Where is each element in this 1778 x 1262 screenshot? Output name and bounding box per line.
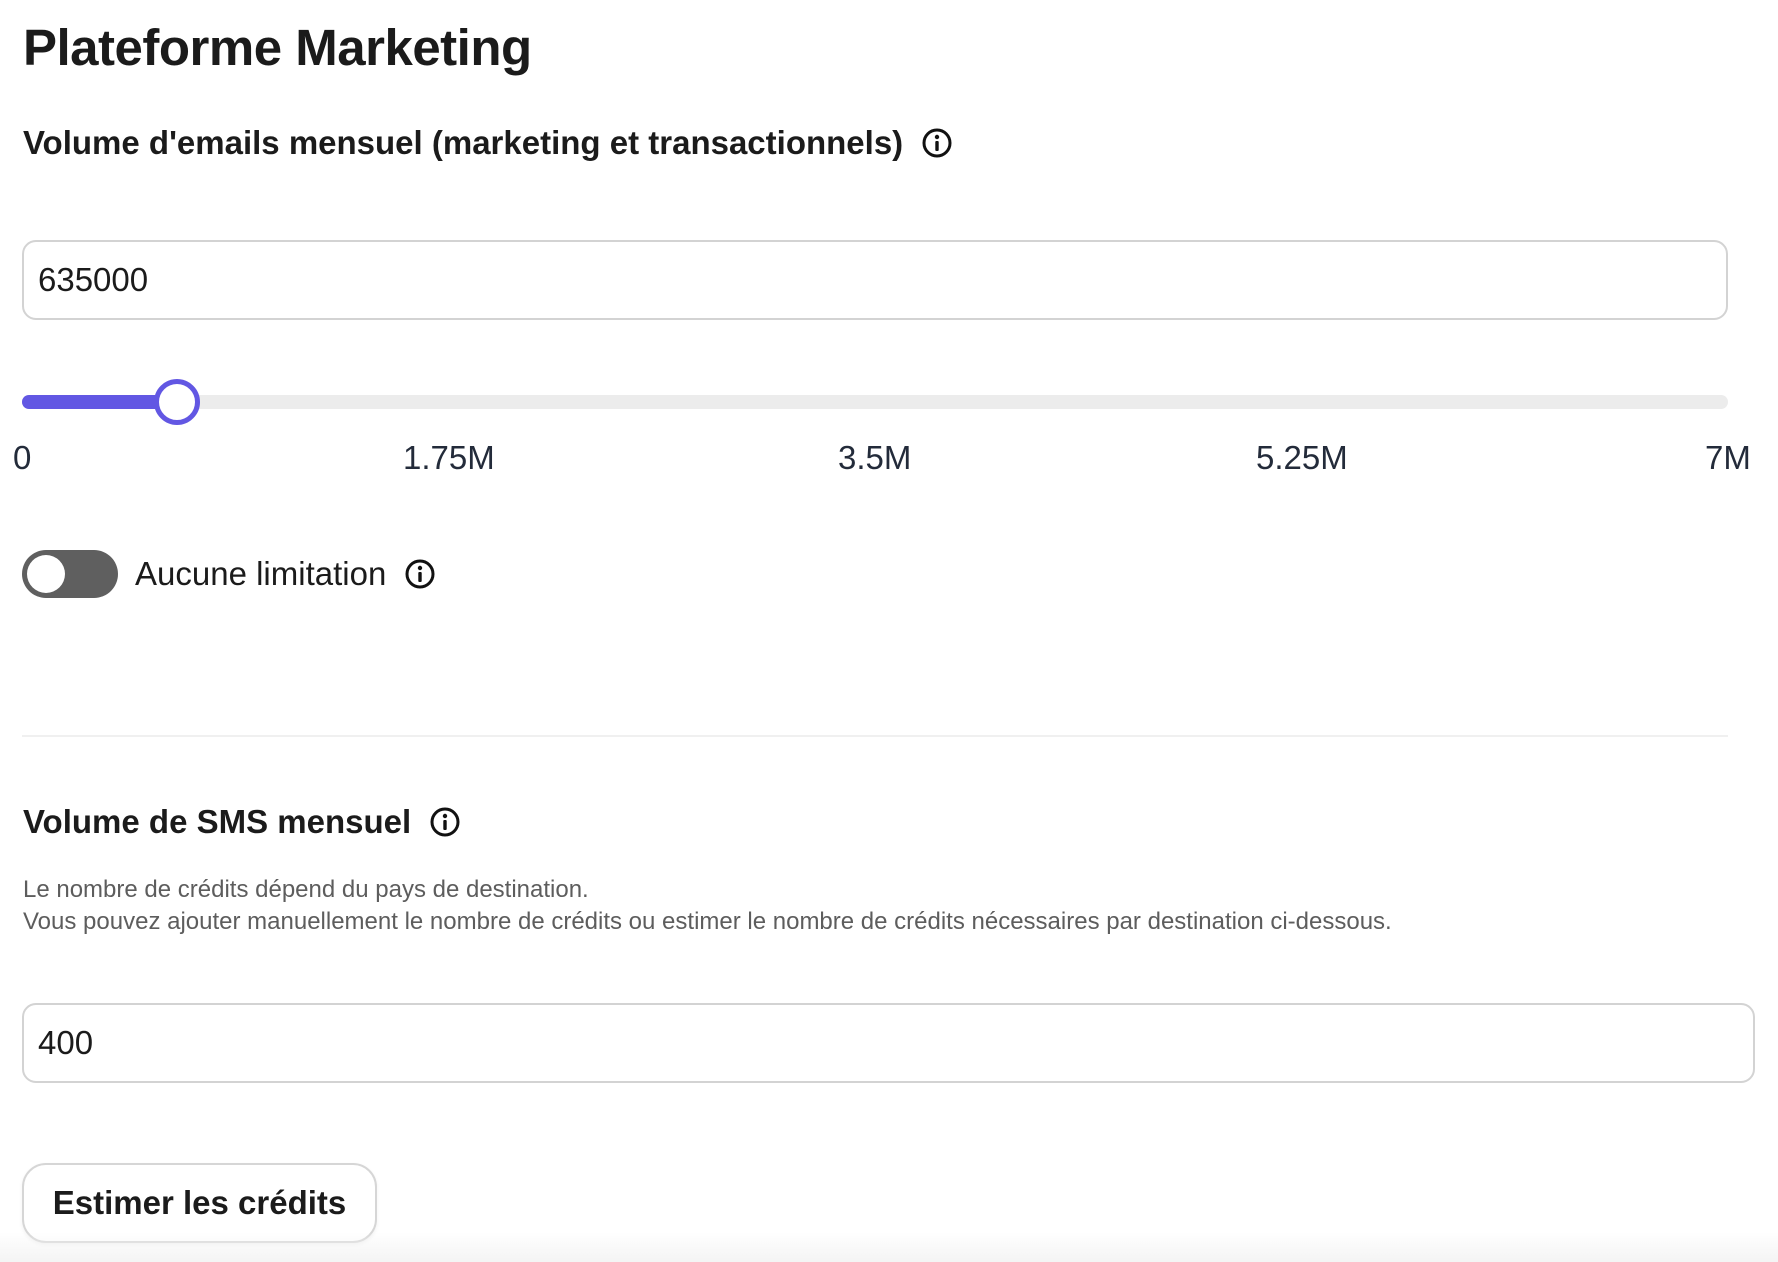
slider-tick-label: 7M [1705,439,1751,476]
email-volume-slider[interactable] [22,379,1728,425]
toggle-knob [27,555,65,593]
no-limit-toggle[interactable] [22,550,118,598]
no-limit-toggle-row: Aucune limitation [22,550,436,598]
slider-tick-label: 1.75M [403,439,495,476]
slider-track[interactable] [22,395,1728,409]
info-circle-icon [922,128,952,158]
slider-tick-labels: 0 1.75M 3.5M 5.25M 7M [13,438,1751,478]
info-icon[interactable] [921,127,953,159]
email-volume-heading: Volume d'emails mensuel (marketing et tr… [23,123,953,163]
info-icon[interactable] [429,806,461,838]
bottom-fade [0,1232,1778,1262]
sms-volume-heading-text: Volume de SMS mensuel [23,803,412,840]
sms-volume-input[interactable] [22,1003,1755,1083]
info-circle-icon [430,807,460,837]
info-circle-icon [405,559,435,589]
sms-help-text: Le nombre de crédits dépend du pays de d… [23,876,589,903]
slider-tick-label: 5.25M [1256,439,1348,476]
slider-tick-label: 3.5M [838,439,912,476]
no-limit-toggle-label: Aucune limitation [135,555,387,592]
section-divider [22,735,1728,737]
page-title: Plateforme Marketing [23,19,532,76]
email-volume-heading-text: Volume d'emails mensuel (marketing et tr… [23,124,904,161]
email-volume-input[interactable] [22,240,1728,320]
slider-tick-label: 0 [13,439,32,476]
sms-volume-heading: Volume de SMS mensuel [23,802,461,842]
estimate-credits-button[interactable]: Estimer les crédits [22,1163,377,1243]
slider-thumb[interactable] [154,379,200,425]
pricing-calculator-page: Plateforme Marketing Volume d'emails men… [0,0,1778,1262]
info-icon[interactable] [404,558,436,590]
sms-help-text: Vous pouvez ajouter manuellement le nomb… [23,908,1392,935]
